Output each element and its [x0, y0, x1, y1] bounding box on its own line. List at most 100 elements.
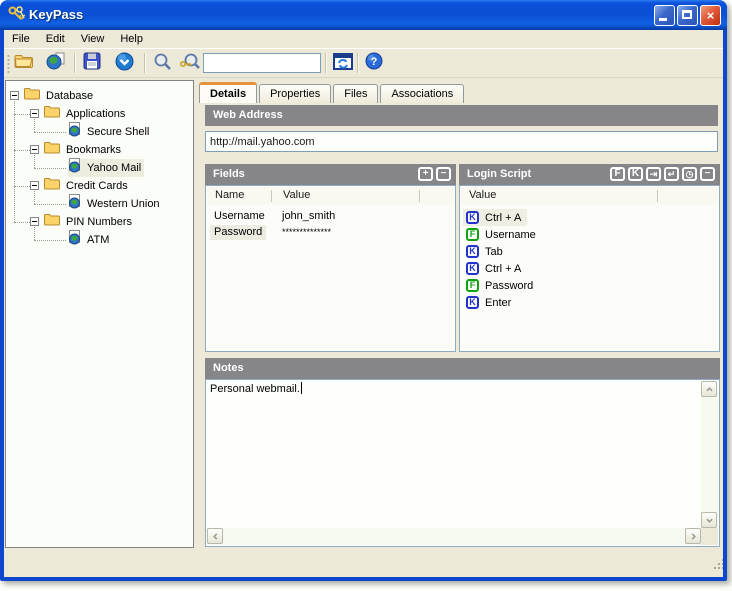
tree-item-yahoo-mail[interactable]: Yahoo Mail — [6, 158, 193, 178]
notes-textarea[interactable]: Personal webmail. — [205, 379, 720, 547]
script-step-label: Tab — [485, 245, 503, 258]
title-bar[interactable]: KeyPass × — [0, 0, 727, 30]
column-value[interactable]: Value — [469, 189, 496, 201]
insert-enter-button[interactable]: ↵ — [664, 167, 679, 181]
fields-header: Fields + − — [205, 164, 456, 185]
insert-delay-button[interactable]: ◷ — [682, 167, 697, 181]
window-title: KeyPass — [29, 7, 84, 22]
tree-item-label: PIN Numbers — [66, 216, 133, 228]
maximize-button[interactable] — [677, 5, 698, 26]
insert-field-button[interactable]: F — [610, 167, 625, 181]
commit-button[interactable] — [112, 52, 136, 75]
scroll-up-button[interactable] — [701, 381, 717, 397]
expander-icon[interactable] — [30, 145, 39, 154]
tab-associations[interactable]: Associations — [380, 84, 465, 103]
tree-item-pin-numbers[interactable]: PIN Numbers — [6, 213, 193, 231]
toolbar-grip[interactable] — [7, 54, 10, 74]
tree-item-applications[interactable]: Applications — [6, 105, 193, 123]
menu-view[interactable]: View — [73, 31, 113, 47]
script-step[interactable]: K Ctrl + A — [463, 209, 528, 226]
toolbar-separator — [144, 53, 146, 73]
folder-icon — [44, 213, 60, 231]
app-keys-icon — [8, 6, 26, 24]
new-web-entry-button[interactable] — [44, 52, 68, 75]
resize-grip[interactable] — [714, 567, 716, 569]
tab-properties[interactable]: Properties — [259, 84, 332, 103]
expander-icon[interactable] — [10, 91, 19, 100]
folder-icon — [44, 105, 60, 123]
toolbar-separator — [357, 53, 359, 73]
login-script-list: Value K Ctrl + A F Username K Tab K Ctrl… — [459, 185, 720, 352]
tree-item-bookmarks[interactable]: Bookmarks — [6, 141, 193, 159]
menu-help[interactable]: Help — [112, 31, 151, 47]
menu-bar: File Edit View Help — [4, 30, 723, 48]
tree-item-database[interactable]: Database — [6, 87, 193, 105]
horizontal-scrollbar[interactable] — [207, 528, 701, 545]
insert-tab-button[interactable]: ⇥ — [646, 167, 661, 181]
window-controls: × — [654, 5, 721, 26]
scroll-down-button[interactable] — [701, 512, 717, 528]
column-separator[interactable] — [657, 190, 658, 202]
column-separator[interactable] — [271, 190, 272, 202]
column-value[interactable]: Value — [283, 189, 310, 201]
scroll-right-button[interactable] — [685, 528, 701, 544]
tab-details[interactable]: Details — [199, 82, 258, 103]
tree-item-label: Secure Shell — [87, 126, 150, 138]
column-separator[interactable] — [419, 190, 420, 202]
help-button[interactable]: ? — [362, 52, 386, 75]
search-key-button[interactable] — [178, 52, 202, 75]
script-step-label: Enter — [485, 296, 512, 309]
key-badge-icon: K — [466, 262, 479, 275]
web-entry-icon — [68, 158, 81, 178]
save-button[interactable] — [80, 52, 104, 75]
script-step[interactable]: F Username — [463, 226, 542, 243]
expander-icon[interactable] — [30, 217, 39, 226]
quick-search-input[interactable] — [203, 53, 321, 73]
chevron-left-icon — [212, 532, 217, 540]
web-entry-icon — [46, 52, 66, 75]
minimize-button[interactable] — [654, 5, 675, 26]
field-name: Password — [210, 225, 267, 240]
folder-icon — [44, 177, 60, 195]
script-step[interactable]: K Tab — [463, 243, 509, 260]
auto-type-button[interactable] — [331, 52, 355, 75]
toolbar-separator — [74, 53, 76, 73]
field-value: john_smith — [282, 210, 336, 222]
close-button[interactable]: × — [700, 5, 721, 26]
notes-text: Personal webmail. — [210, 383, 300, 395]
scroll-left-button[interactable] — [207, 528, 223, 544]
tree-item-label: Bookmarks — [66, 144, 122, 156]
chevron-right-icon — [691, 532, 696, 540]
script-step[interactable]: K Ctrl + A — [463, 260, 527, 277]
tab-files[interactable]: Files — [333, 84, 379, 103]
remove-field-button[interactable]: − — [436, 167, 451, 181]
key-badge-icon: K — [466, 245, 479, 258]
script-step[interactable]: K Enter — [463, 294, 517, 311]
menu-edit[interactable]: Edit — [38, 31, 73, 47]
add-field-button[interactable]: + — [418, 167, 433, 181]
tree-item-secure-shell[interactable]: Secure Shell — [6, 122, 193, 142]
svg-text:?: ? — [371, 56, 378, 68]
fields-header-label: Fields — [213, 168, 245, 180]
notes-header: Notes — [205, 358, 720, 379]
script-step[interactable]: F Password — [463, 277, 539, 294]
menu-file[interactable]: File — [4, 31, 38, 47]
open-button[interactable] — [12, 52, 36, 75]
column-name[interactable]: Name — [215, 189, 244, 201]
web-address-input[interactable] — [205, 131, 718, 152]
script-step-label: Ctrl + A — [485, 211, 522, 224]
web-entry-icon — [68, 230, 81, 250]
web-entry-icon — [68, 122, 81, 142]
tree-item-label: Western Union — [87, 198, 160, 210]
expander-icon[interactable] — [30, 109, 39, 118]
blue-orb-icon — [115, 52, 134, 76]
tree-item-credit-cards[interactable]: Credit Cards — [6, 177, 193, 195]
insert-key-button[interactable]: K — [628, 167, 643, 181]
help-icon: ? — [365, 52, 383, 75]
remove-step-button[interactable]: − — [700, 167, 715, 181]
tree-item-western-union[interactable]: Western Union — [6, 194, 193, 213]
tree-item-atm[interactable]: ATM — [6, 230, 193, 250]
search-button[interactable] — [150, 52, 174, 75]
expander-icon[interactable] — [30, 181, 39, 190]
vertical-scrollbar[interactable] — [701, 381, 718, 528]
